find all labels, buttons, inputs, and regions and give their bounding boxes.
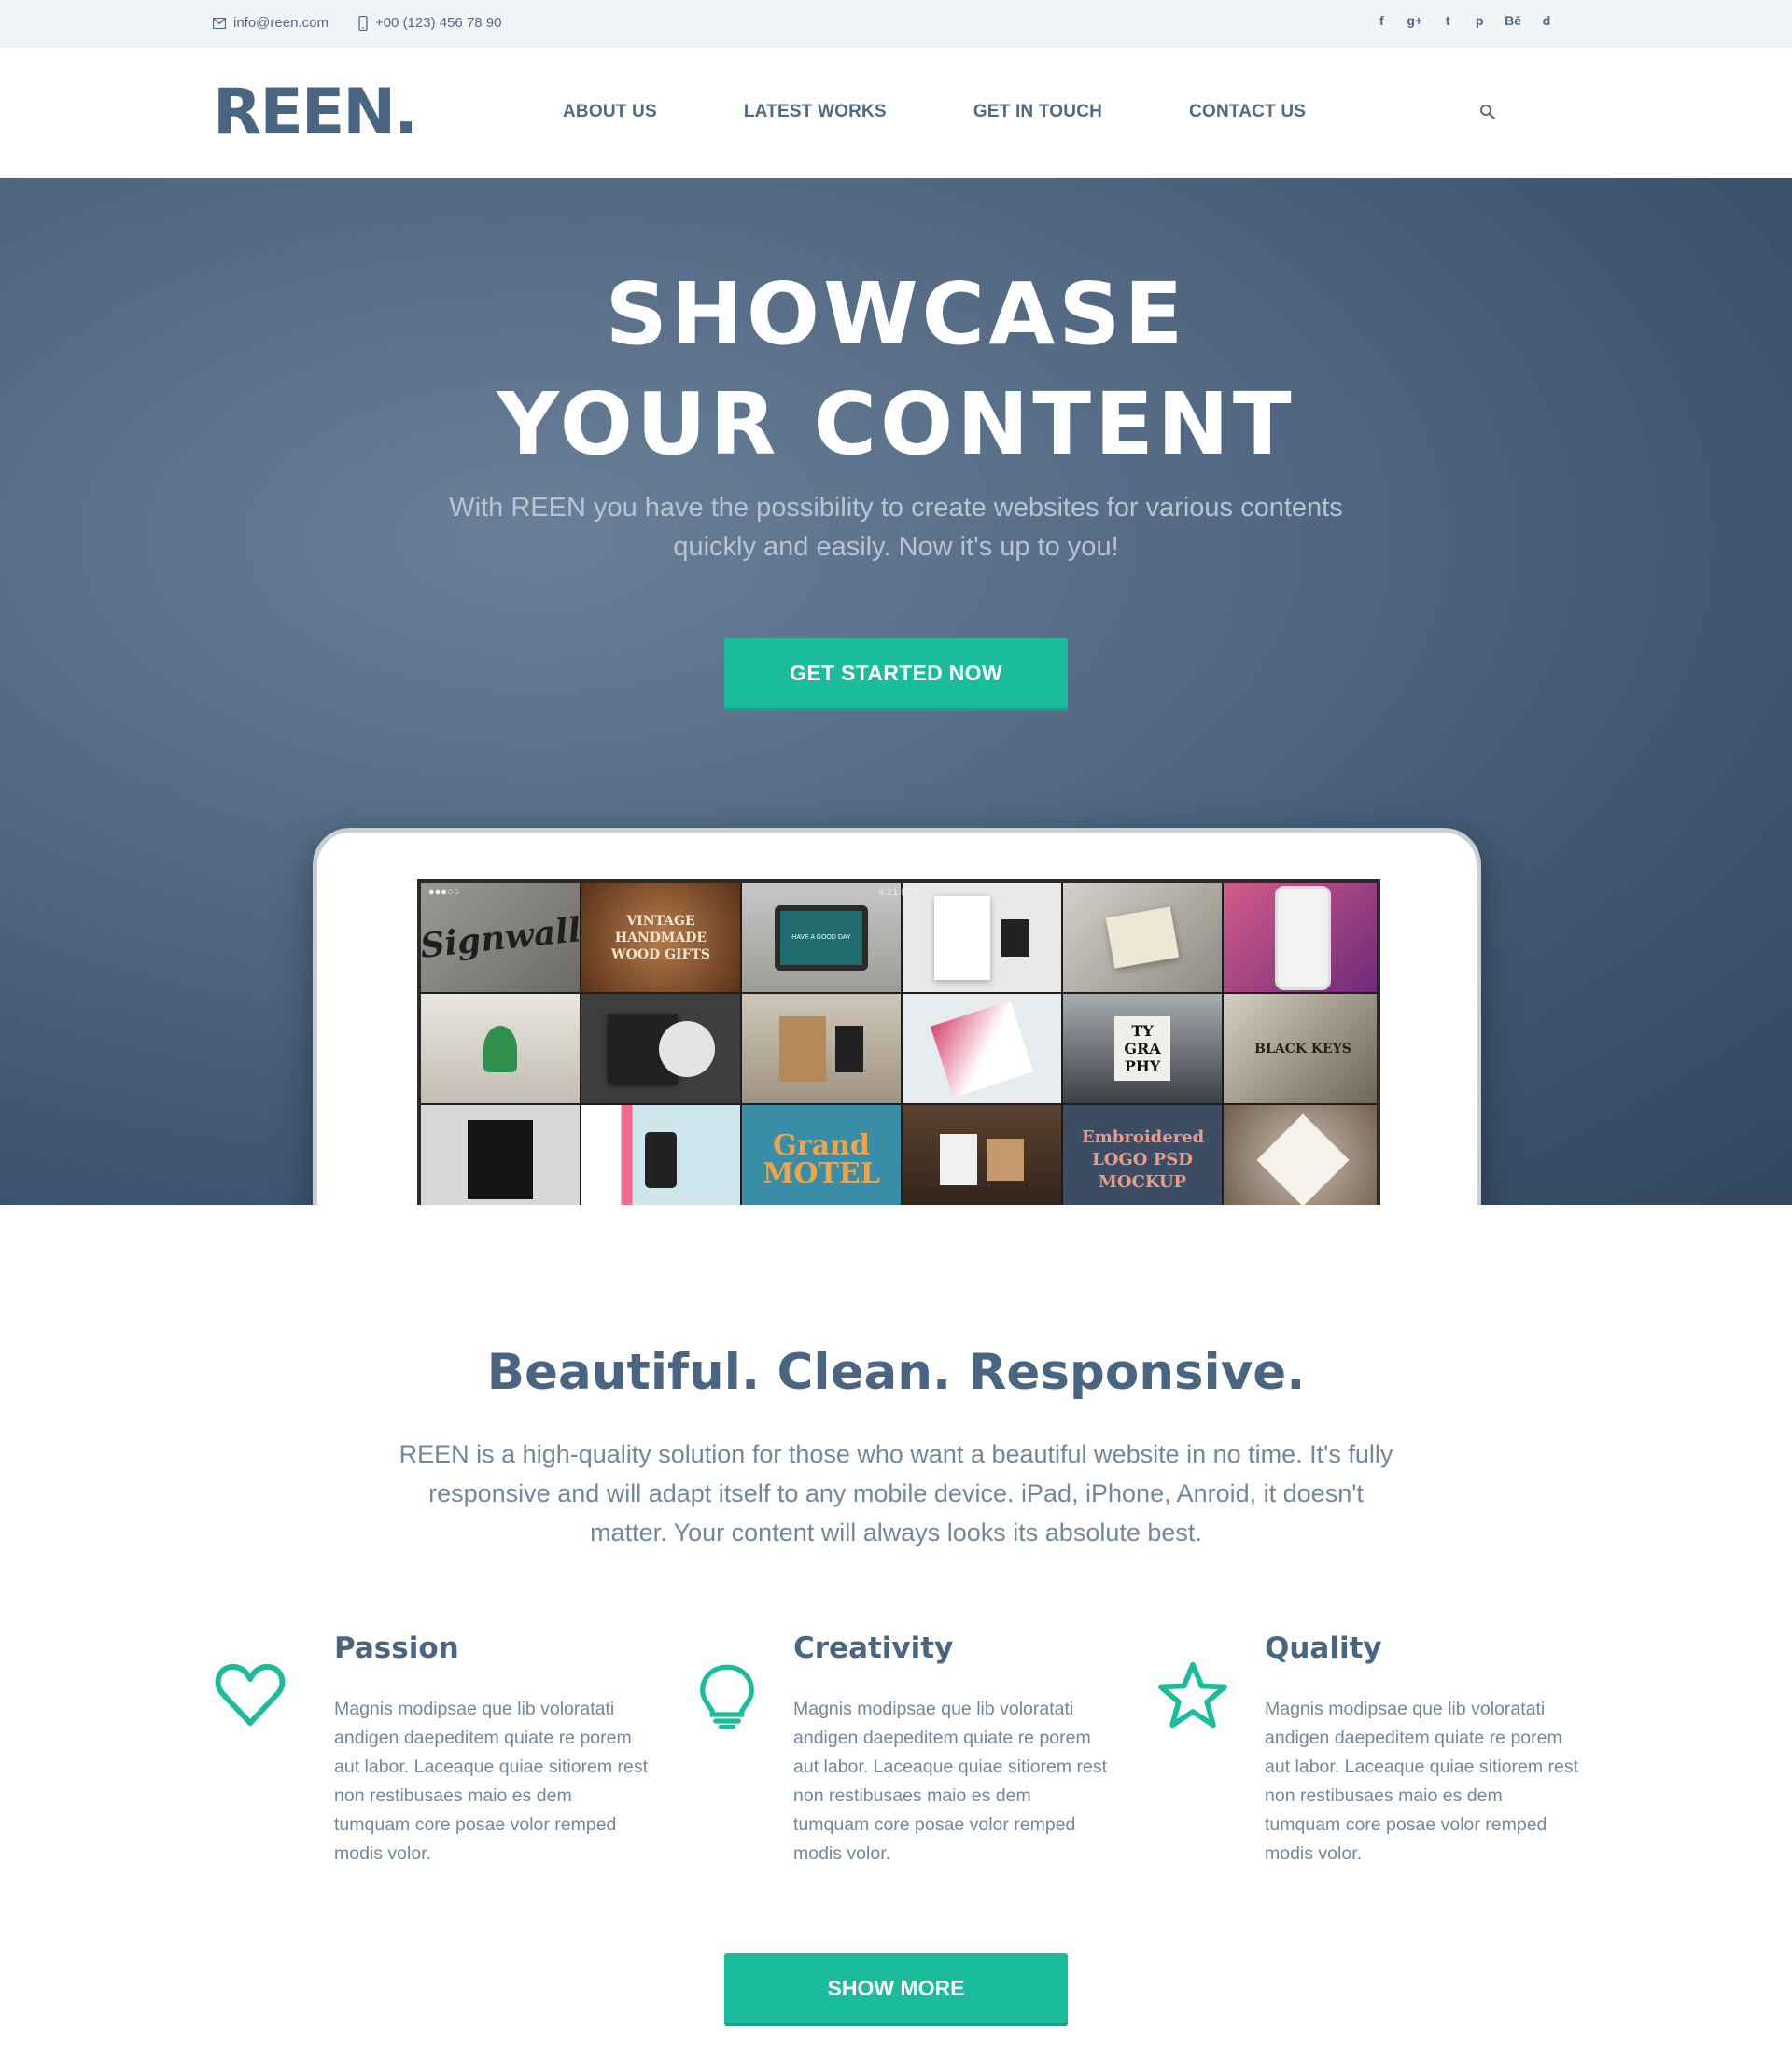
nav-menu: ABOUT US LATEST WORKS GET IN TOUCH CONTA… — [563, 102, 1393, 122]
portfolio-tile[interactable]: Grand MOTEL — [742, 1105, 901, 1205]
portfolio-tile[interactable] — [1063, 883, 1222, 992]
mobile-phone-icon — [358, 15, 368, 31]
feature-title: Creativity — [793, 1631, 954, 1665]
device-clock: 4:21 PM — [878, 887, 917, 898]
heart-icon — [215, 1663, 286, 1726]
portfolio-tile[interactable]: BLACK KEYS — [1224, 994, 1377, 1103]
twitter-icon[interactable]: t — [1441, 13, 1454, 28]
feature-text: Magnis modipsae que lib voloratati andig… — [793, 1699, 1108, 1864]
portfolio-tile[interactable]: TY GRA PHY — [1063, 994, 1222, 1103]
get-started-button[interactable]: GET STARTED NOW — [724, 638, 1068, 711]
portfolio-tile[interactable] — [903, 883, 1061, 992]
pinterest-icon[interactable]: p — [1473, 13, 1486, 28]
dribbble-icon[interactable]: d — [1540, 13, 1553, 28]
google-plus-icon[interactable]: g+ — [1407, 13, 1422, 28]
feature-text: Magnis modipsae que lib voloratati andig… — [334, 1699, 649, 1864]
star-icon — [1157, 1661, 1228, 1729]
show-more-button[interactable]: SHOW MORE — [724, 1953, 1068, 2026]
search-icon[interactable] — [1479, 104, 1496, 120]
phone-contact[interactable]: +00 (123) 456 78 90 — [358, 15, 502, 31]
portfolio-tile[interactable] — [903, 1105, 1061, 1205]
top-bar: info@reen.com +00 (123) 456 78 90 f g+ t… — [0, 0, 1792, 47]
email-text: info@reen.com — [233, 15, 329, 31]
feature-title: Quality — [1265, 1631, 1382, 1665]
tablet-mockup: ●●●○○ 4:21 PM Signwall VINTAGE HANDMADE … — [313, 828, 1481, 1205]
portfolio-tile[interactable]: VINTAGE HANDMADE WOOD GIFTS — [581, 883, 740, 992]
main-navbar: REEN. ABOUT US LATEST WORKS GET IN TOUCH… — [0, 48, 1792, 178]
features-intro: REEN is a high-quality solution for thos… — [399, 1440, 1393, 1547]
feature-text: Magnis modipsae que lib voloratati andig… — [1265, 1699, 1579, 1864]
behance-icon[interactable]: Bē — [1505, 13, 1521, 28]
hero-section: SHOWCASE YOUR CONTENT With REEN you have… — [0, 178, 1792, 1205]
phone-text: +00 (123) 456 78 90 — [374, 15, 502, 31]
nav-about-us[interactable]: ABOUT US — [563, 102, 657, 122]
nav-contact-us[interactable]: CONTACT US — [1189, 102, 1306, 122]
portfolio-tile[interactable] — [903, 994, 1061, 1103]
contact-info: info@reen.com +00 (123) 456 78 90 — [213, 15, 501, 31]
features-title: Beautiful. Clean. Responsive. — [486, 1344, 1306, 1401]
feature-title: Passion — [334, 1631, 459, 1665]
social-links: f g+ t p Bē d — [1375, 13, 1553, 28]
site-logo[interactable]: REEN. — [213, 81, 418, 145]
hero-title-line1: SHOWCASE — [605, 264, 1187, 364]
portfolio-tile[interactable] — [581, 994, 740, 1103]
tablet-thumbnail: HAVE A GOOD DAY — [775, 904, 868, 971]
envelope-icon — [213, 17, 226, 29]
portfolio-tile[interactable] — [421, 994, 580, 1103]
hero-subtitle: With REEN you have the possibility to cr… — [449, 493, 1343, 562]
tablet-screen: ●●●○○ 4:21 PM Signwall VINTAGE HANDMADE … — [417, 879, 1380, 1205]
lightbulb-icon — [700, 1664, 754, 1729]
portfolio-tile[interactable]: Signwall — [421, 883, 580, 992]
portfolio-tile[interactable]: Embroidered LOGO PSD MOCKUP — [1063, 1105, 1222, 1205]
nav-get-in-touch[interactable]: GET IN TOUCH — [973, 102, 1102, 122]
hero-title-line2: YOUR CONTENT — [497, 374, 1295, 474]
portfolio-tile[interactable] — [421, 1105, 580, 1205]
portfolio-tile[interactable] — [742, 994, 901, 1103]
email-contact[interactable]: info@reen.com — [213, 15, 329, 31]
portfolio-grid: Signwall VINTAGE HANDMADE WOOD GIFTS HAV… — [421, 883, 1377, 1205]
signal-indicator: ●●●○○ — [428, 887, 460, 898]
facebook-icon[interactable]: f — [1375, 13, 1388, 28]
nav-latest-works[interactable]: LATEST WORKS — [744, 102, 887, 122]
portfolio-tile[interactable] — [1224, 1105, 1377, 1205]
portfolio-tile[interactable] — [581, 1105, 740, 1205]
portfolio-tile[interactable]: HAVE A GOOD DAY — [742, 883, 901, 992]
portfolio-tile[interactable] — [1224, 883, 1377, 992]
